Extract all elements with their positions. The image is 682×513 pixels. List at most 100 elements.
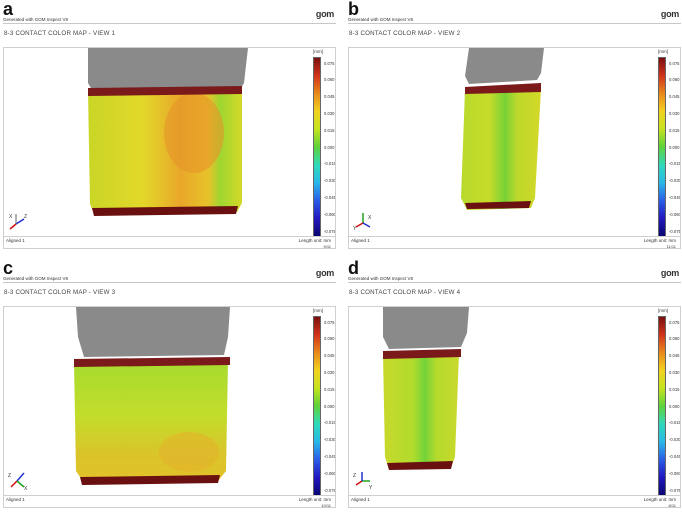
view-title: 8-3 CONTACT COLOR MAP - VIEW 2	[349, 30, 461, 37]
scale-tick-label: 0.015	[669, 386, 680, 392]
scale-tick-label: -0.045	[324, 453, 336, 459]
scale-tick-label: -0.045	[669, 453, 681, 459]
scale-tick-label: -0.045	[324, 194, 336, 200]
color-scale-ticks: 0.075 0.060 0.045 0.030 0.015 0.000 -0.015 -0.0…	[324, 57, 336, 236]
axis-x-label: X	[9, 214, 13, 220]
scale-tick-label: -0.045	[669, 194, 681, 200]
scale-tick-label: 0.075	[324, 319, 335, 325]
scale-unit: [mm]	[658, 49, 668, 54]
axis-z-label: Z	[353, 473, 356, 479]
view-title: 8-3 CONTACT COLOR MAP - VIEW 1	[4, 30, 116, 37]
scale-tick-label: -0.030	[669, 437, 681, 443]
length-unit-label: Length unit: mm	[298, 497, 331, 502]
color-scale-ticks: 0.075 0.060 0.045 0.030 0.015 0.000 -0.015 -0.0…	[324, 316, 336, 495]
view-frame: [mm] 0.075 0.060 0.045 0.030 0.015 0.000 -0.01…	[3, 47, 336, 237]
scale-tick-label: 0.060	[669, 77, 680, 83]
gom-logo: gom	[315, 9, 334, 19]
scale-tick-label: 0.030	[324, 369, 335, 375]
length-unit-label: Length unit: mm	[298, 238, 331, 243]
generated-with-text: Generated with GOM Inspect V8	[3, 17, 69, 22]
scale-tick-label: 0.030	[324, 110, 335, 116]
color-scale-bar	[313, 57, 321, 236]
scale-tick-label: 0.060	[669, 336, 680, 342]
scale-tick-label: 0.045	[669, 353, 680, 359]
gom-logo: gom	[315, 268, 334, 278]
scale-tick-label: 0.015	[669, 127, 680, 133]
generated-with-text: Generated with GOM Inspect V8	[3, 276, 69, 281]
generated-with-text: Generated with GOM Inspect V8	[348, 276, 414, 281]
color-scale-bar	[658, 316, 666, 495]
scale-tick-label: -0.030	[324, 178, 336, 184]
scale-tick-label: 0.060	[324, 77, 335, 83]
scale-tick-label: -0.060	[324, 211, 336, 217]
axis-triad-icon: Z Y	[353, 472, 373, 491]
scale-tick-label: -0.075	[324, 228, 336, 234]
scale-tick-label: -0.030	[324, 437, 336, 443]
scale-tick-label: -0.075	[324, 487, 336, 493]
scale-tick-label: -0.015	[324, 161, 336, 167]
panel-a: a Generated with GOM Inspect V8 gom 8-3 …	[3, 0, 336, 249]
scale-tick-label: 0.045	[324, 94, 335, 100]
divider	[3, 23, 336, 24]
color-scale: 0.075 0.060 0.045 0.030 0.015 0.000 -0.015 -0.0…	[313, 316, 335, 495]
view-footer: Aligned 1 Length unit: mm 10/11	[3, 496, 336, 508]
axis-triad-icon: X Z	[9, 214, 27, 230]
axis-x-label: X	[368, 215, 372, 221]
scale-tick-label: 0.060	[324, 336, 335, 342]
view-title: 8-3 CONTACT COLOR MAP - VIEW 3	[4, 289, 116, 296]
view-footer: Aligned 1 Length unit: mm 8/11	[348, 496, 681, 508]
scale-tick-label: 0.000	[324, 144, 335, 150]
color-scale-bar	[313, 316, 321, 495]
color-map-object	[461, 48, 544, 210]
scale-tick-label: -0.060	[669, 470, 681, 476]
scale-tick-label: -0.060	[324, 470, 336, 476]
scale-tick-label: 0.000	[324, 403, 335, 409]
gom-logo: gom	[660, 268, 679, 278]
axis-z-label: Z	[8, 473, 11, 479]
scale-tick-label: -0.075	[669, 487, 681, 493]
color-scale-ticks: 0.075 0.060 0.045 0.030 0.015 0.000 -0.015 -0.0…	[669, 57, 681, 236]
scale-tick-label: -0.075	[669, 228, 681, 234]
scale-unit: [mm]	[658, 308, 668, 313]
color-scale-bar	[658, 57, 666, 236]
color-map-object	[88, 48, 248, 216]
aligned-label: Aligned 1	[351, 497, 370, 502]
scale-tick-label: 0.075	[324, 60, 335, 66]
scale-tick-label: 0.045	[324, 353, 335, 359]
divider	[348, 23, 681, 24]
axis-x-label: X	[24, 486, 28, 491]
color-scale: 0.075 0.060 0.045 0.030 0.015 0.000 -0.015 -0.0…	[658, 316, 680, 495]
color-scale: 0.075 0.060 0.045 0.030 0.015 0.000 -0.015 -0.0…	[658, 57, 680, 236]
scale-tick-label: 0.045	[669, 94, 680, 100]
color-map-object	[383, 307, 469, 470]
scale-tick-label: -0.015	[669, 420, 681, 426]
scale-tick-label: 0.000	[669, 144, 680, 150]
scale-tick-label: 0.015	[324, 386, 335, 392]
scale-tick-label: 0.075	[669, 319, 680, 325]
scale-tick-label: -0.015	[324, 420, 336, 426]
page-number: 9/11	[323, 244, 332, 249]
page-number: 11/11	[666, 244, 676, 249]
length-unit-label: Length unit: mm	[643, 238, 676, 243]
axis-triad-icon: Z X	[8, 472, 28, 491]
gom-logo: gom	[660, 9, 679, 19]
page-number: 8/11	[668, 503, 677, 508]
scale-unit: [mm]	[313, 49, 323, 54]
panel-b: b Generated with GOM Inspect V8 gom 8-3 …	[348, 0, 681, 249]
scale-tick-label: -0.015	[669, 161, 681, 167]
axis-triad-icon: Y X	[353, 213, 372, 232]
scale-tick-label: 0.030	[669, 369, 680, 375]
color-scale: 0.075 0.060 0.045 0.030 0.015 0.000 -0.015 -0.0…	[313, 57, 335, 236]
panel-d: d Generated with GOM Inspect V8 gom 8-3 …	[348, 258, 681, 508]
scale-tick-label: -0.060	[669, 211, 681, 217]
color-map-object	[74, 307, 230, 485]
color-scale-ticks: 0.075 0.060 0.045 0.030 0.015 0.000 -0.015 -0.0…	[669, 316, 681, 495]
axis-z-label: Z	[24, 214, 27, 220]
axis-y-label: Y	[369, 485, 373, 491]
divider	[348, 282, 681, 283]
scale-tick-label: 0.000	[669, 403, 680, 409]
view-frame: [mm] 0.075 0.060 0.045 0.030 0.015 0.000 -0.01…	[3, 306, 336, 496]
aligned-label: Aligned 1	[6, 497, 25, 502]
page-number: 10/11	[321, 503, 331, 508]
view-title: 8-3 CONTACT COLOR MAP - VIEW 4	[349, 289, 461, 296]
